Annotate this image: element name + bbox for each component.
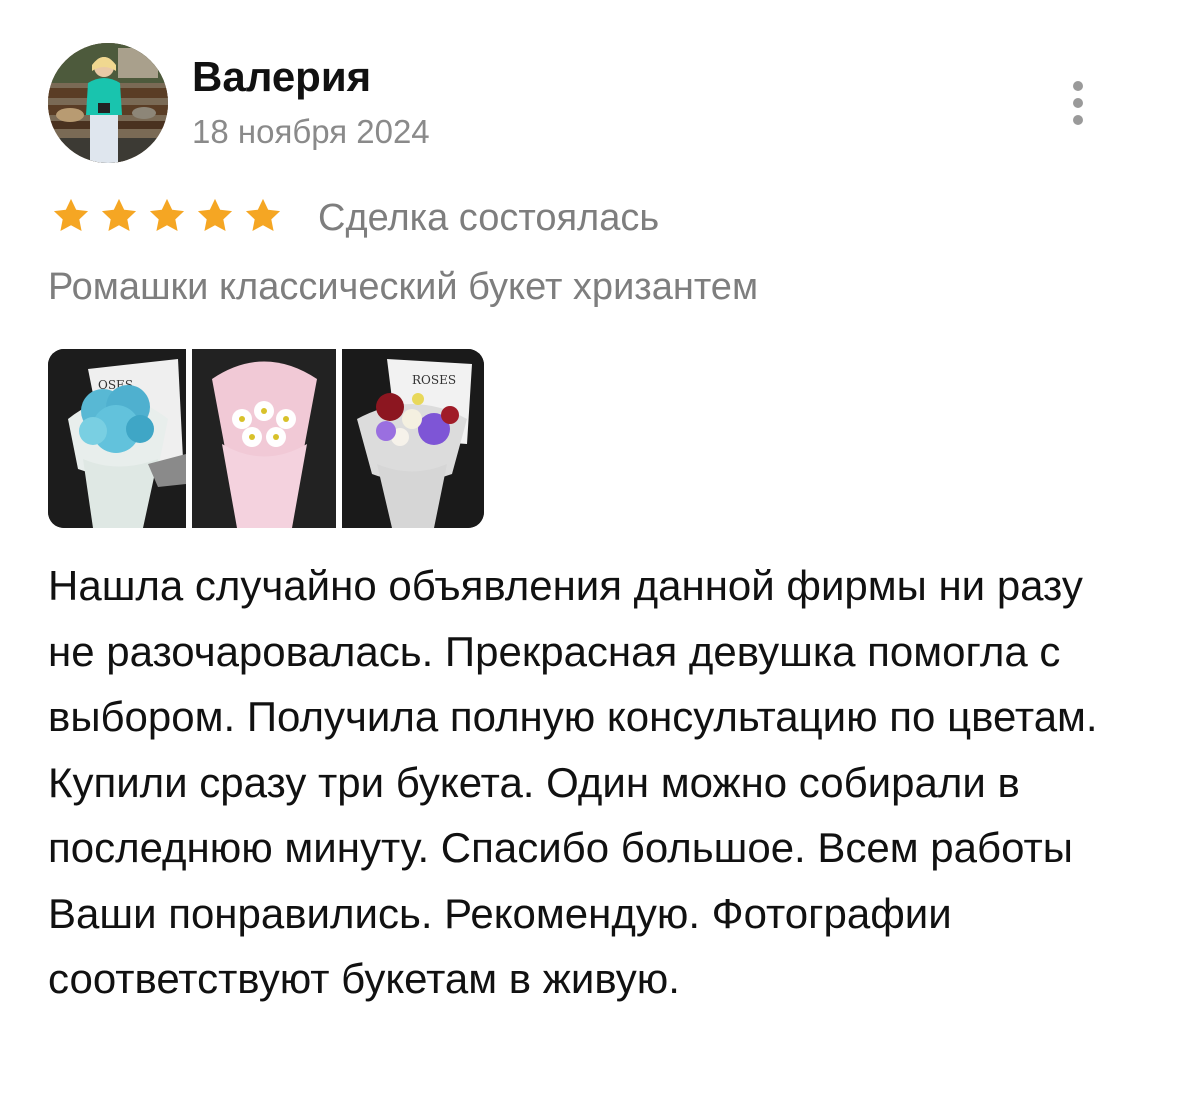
- star-icon: [149, 198, 185, 232]
- more-vertical-icon: [1073, 81, 1083, 91]
- review-date: 18 ноября 2024: [192, 113, 430, 150]
- star-rating: [50, 195, 284, 237]
- star-icon: [245, 198, 281, 232]
- review-photo-2[interactable]: [192, 349, 336, 528]
- star-icon: [53, 198, 89, 232]
- author-name[interactable]: Валерия: [192, 52, 371, 102]
- svg-text:ROSES: ROSES: [412, 373, 456, 387]
- star-icon: [101, 198, 137, 232]
- product-title[interactable]: Ромашки классический букет хризантем: [48, 264, 758, 310]
- review-photo-1[interactable]: OSES: [48, 349, 186, 528]
- star-icon: [197, 198, 233, 232]
- author-avatar[interactable]: [48, 43, 168, 163]
- review-photo-3[interactable]: ROSES: [342, 349, 484, 528]
- deal-status: Сделка состоялась: [318, 197, 660, 239]
- review-text: Нашла случайно объявления данной фирмы н…: [48, 562, 1098, 1002]
- photo-gallery: OSES ROSES: [48, 349, 484, 528]
- more-options-button[interactable]: [1058, 78, 1098, 128]
